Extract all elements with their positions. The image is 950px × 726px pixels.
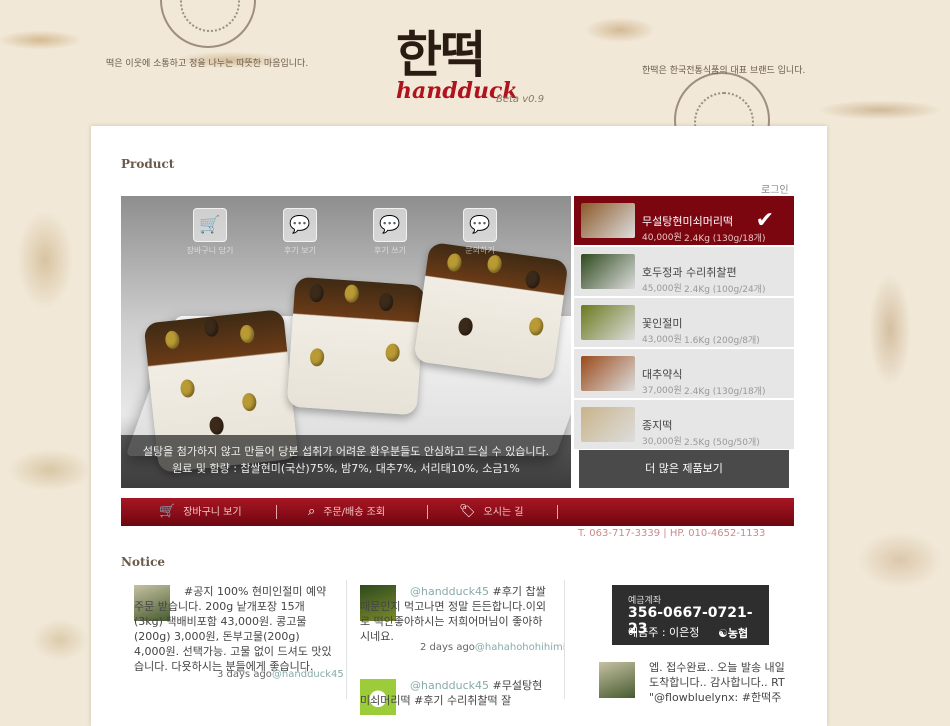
notice-post-text: @handduck45 #후기 찹쌀때문인지 먹고나면 정말 든든합니다.이외로… <box>360 584 550 644</box>
cart-icon: 🛒 <box>159 504 176 519</box>
quick-nav-bar: 🛒 장바구니 보기 ⌕ 주문/배송 조회 🏷 오시는 길 <box>121 498 794 526</box>
logo-korean: 한떡 <box>396 25 486 84</box>
product-name: 대추약식 <box>642 368 683 381</box>
product-item[interactable]: 종지떡 30,000원 2.5Kg (50g/50개) <box>574 400 794 449</box>
notice-post-handle[interactable]: @handduck45 <box>410 679 489 692</box>
notice-divider <box>346 580 347 699</box>
notice-post-meta: 2 days ago@hahahohohihimi <box>420 642 566 653</box>
nav-location-label: 오시는 길 <box>483 507 524 518</box>
product-thumbnail <box>581 254 635 289</box>
hero-cart-button[interactable]: 🛒 장바구니 담기 <box>180 208 240 256</box>
product-weight: 1.6Kg (200g/8개) <box>684 336 760 346</box>
tag-icon: 🏷 <box>459 504 476 519</box>
hero-caption: 설탕을 첨가하지 않고 만들어 당분 섭취가 어려운 환우분들도 안심하고 드실… <box>121 435 571 488</box>
product-weight: 2.5Kg (50g/50개) <box>684 438 760 448</box>
product-price: 30,000원 <box>642 437 682 447</box>
hero-write-review-button[interactable]: 💬 후기 쓰기 <box>360 208 420 256</box>
nav-order-link[interactable]: ⌕ 주문/배송 조회 <box>308 498 385 526</box>
notice-post-text: #공지 100% 현미인절미 예약주문 받습니다. 200g 낱개포장 15개(… <box>134 585 332 673</box>
hero-caption-description: 설탕을 첨가하지 않고 만들어 당분 섭취가 어려운 환우분들도 안심하고 드실… <box>142 445 550 458</box>
notice-post-meta: 3 days ago@handduck45 <box>217 669 344 680</box>
tagline-left: 떡은 이웃에 소통하고 정을 나누는 따뜻한 마음입니다. <box>106 59 309 69</box>
contact-info: T. 063-717-3339 | HP. 010-4652-1133 <box>578 528 766 539</box>
account-holder: 예금주 : 이은정 <box>628 626 700 639</box>
tagline-right: 한떡은 한국전통식품의 대표 브랜드 입니다. <box>642 66 806 76</box>
bank-logo-icon: ☯ <box>718 627 728 640</box>
header-emblem-left <box>160 0 256 48</box>
more-products-button[interactable]: 더 많은 제품보기 <box>579 450 789 488</box>
logo-english: handduck <box>396 78 518 104</box>
product-price: 40,000원 <box>642 233 682 243</box>
nav-cart-link[interactable]: 🛒 장바구니 보기 <box>159 498 242 526</box>
product-item[interactable]: 꽃인절미 43,000원 1.6Kg (200g/8개) <box>574 298 794 347</box>
hero-rice-cake <box>413 241 569 381</box>
product-weight: 2.4Kg (130g/18개) <box>684 387 766 397</box>
product-weight: 2.4Kg (100g/24개) <box>684 285 766 295</box>
product-thumbnail <box>581 305 635 340</box>
nav-divider <box>427 505 428 519</box>
product-name: 종지떡 <box>642 419 673 432</box>
notice-post-user[interactable]: @hahahohohihimi <box>475 642 566 653</box>
product-thumbnail <box>581 356 635 391</box>
product-item[interactable]: 호두정과 수리취찰편 45,000원 2.4Kg (100g/24개) <box>574 247 794 296</box>
login-link[interactable]: 로그인 <box>761 181 789 196</box>
comment-icon: 💬 <box>283 208 317 242</box>
product-price: 37,000원 <box>642 386 682 396</box>
nav-divider <box>276 505 277 519</box>
product-list: 무설탕현미쇠머리떡 40,000원 2.4Kg (130g/18개) ✔ 호두정… <box>574 196 794 451</box>
site-logo[interactable]: 한떡 handduck <box>396 25 518 104</box>
product-price: 43,000원 <box>642 335 682 345</box>
notice-divider <box>564 580 565 699</box>
notice-post-time: 3 days ago <box>217 669 272 680</box>
product-thumbnail <box>581 407 635 442</box>
product-weight: 2.4Kg (130g/18개) <box>684 234 766 244</box>
hero-product-image: 🛒 장바구니 담기 💬 후기 보기 💬 후기 쓰기 💬 문의하기 설탕을 첨가하… <box>121 196 571 488</box>
product-name: 꽃인절미 <box>642 317 683 330</box>
notice-post-handle[interactable]: @handduck45 <box>410 585 489 598</box>
cart-icon: 🛒 <box>193 208 227 242</box>
notice-reply-text: 엡. 접수완료.. 오늘 발송 내일 도착합니다.. 감사합니다.. RT "@… <box>649 661 785 704</box>
version-label: Beta v0.9 <box>496 94 545 105</box>
search-icon: ⌕ <box>308 504 316 519</box>
hero-rice-cake <box>286 276 426 416</box>
product-section-title: Product <box>121 157 175 171</box>
nav-location-link[interactable]: 🏷 오시는 길 <box>459 498 524 526</box>
hero-caption-ingredients: 원료 및 함량 : 찹쌀현미(국산)75%, 밤7%, 대추7%, 서리태10%… <box>172 462 520 475</box>
notice-post-user[interactable]: @handduck45 <box>272 669 344 680</box>
hero-review-button[interactable]: 💬 후기 보기 <box>270 208 330 256</box>
bank-account-card: 예금계좌 356-0667-0721-23 예금주 : 이은정 ☯농협 <box>612 585 769 645</box>
product-name: 무설탕현미쇠머리떡 <box>642 215 734 228</box>
product-price: 45,000원 <box>642 284 682 294</box>
notice-post-text: @handduck45 #무설탕현미쇠머리떡 #후기 수리취찰떡 잘 <box>360 678 550 708</box>
checkmark-icon: ✔ <box>755 208 774 233</box>
nav-divider <box>557 505 558 519</box>
product-thumbnail <box>581 203 635 238</box>
nav-cart-label: 장바구니 보기 <box>183 507 242 518</box>
hero-question-button[interactable]: 💬 문의하기 <box>450 208 510 256</box>
comment-question-icon: 💬 <box>463 208 497 242</box>
product-item[interactable]: 대추약식 37,000원 2.4Kg (130g/18개) <box>574 349 794 398</box>
bank-name: ☯농협 <box>718 627 749 640</box>
product-name: 호두정과 수리취찰편 <box>642 266 737 279</box>
notice-post-time: 2 days ago <box>420 642 475 653</box>
nav-order-label: 주문/배송 조회 <box>323 507 386 518</box>
comment-plus-icon: 💬 <box>373 208 407 242</box>
avatar <box>599 662 635 698</box>
notice-section-title: Notice <box>121 555 166 569</box>
product-item[interactable]: 무설탕현미쇠머리떡 40,000원 2.4Kg (130g/18개) ✔ <box>574 196 794 245</box>
